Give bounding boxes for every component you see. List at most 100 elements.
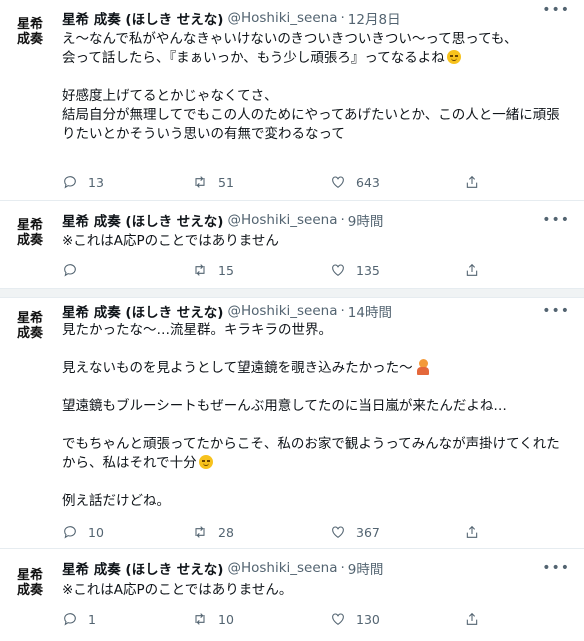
- avatar[interactable]: 星希 成奏: [8, 561, 52, 605]
- user-handle[interactable]: @Hoshiki_seena: [227, 560, 337, 576]
- retweet-icon: [195, 264, 205, 276]
- reply-icon: [64, 526, 76, 539]
- share-icon: [466, 525, 478, 538]
- like-button[interactable]: 643: [330, 174, 380, 190]
- reply-button[interactable]: 10: [62, 524, 104, 540]
- reply-count: 13: [88, 174, 104, 190]
- tweet-line: え〜なんで私がやんなきゃいけないのきついきついきつい〜って思っても、: [62, 31, 518, 47]
- tweet-header: 星希 成奏 (ほしき せえな) @Hoshiki_seena · 9時間: [62, 558, 584, 578]
- user-handle[interactable]: @Hoshiki_seena: [227, 212, 337, 228]
- tweet-actions: 1 10 130: [62, 611, 502, 631]
- tweet-2[interactable]: 星希 成奏 星希 成奏 (ほしき せえな) @Hoshiki_seena · 9…: [0, 201, 584, 291]
- more-horizontal-icon[interactable]: •••: [542, 2, 570, 18]
- tweet-line: でもちゃんと頑張ってたからこそ、私のお家で観ようってみんなが声掛けてくれたから、…: [62, 436, 560, 471]
- share-icon: [466, 612, 478, 625]
- like-count: 367: [356, 524, 380, 540]
- avatar[interactable]: 星希 成奏: [8, 10, 52, 54]
- tweet-header: 星希 成奏 (ほしき せえな) @Hoshiki_seena · 14時間: [62, 301, 584, 321]
- more-horizontal-icon[interactable]: •••: [542, 212, 570, 228]
- timestamp[interactable]: 14時間: [348, 301, 392, 321]
- tweet-line: [62, 378, 570, 397]
- retweet-count: 15: [218, 262, 234, 278]
- heart-icon: [332, 613, 344, 625]
- avatar-text-line1: 星希: [16, 568, 43, 583]
- tweet-line: 例え話だけどね。: [62, 493, 170, 509]
- tweet-line: ※これはA応Pのことではありません。: [62, 582, 293, 598]
- more-horizontal-icon[interactable]: •••: [542, 303, 570, 319]
- retweet-button[interactable]: 15: [192, 262, 234, 278]
- avatar[interactable]: 星希 成奏: [8, 211, 52, 255]
- like-count: 643: [356, 174, 380, 190]
- relieved-face-emoji: [446, 50, 461, 64]
- like-count: 135: [356, 262, 380, 278]
- share-icon: [466, 175, 478, 188]
- retweet-icon: [195, 526, 205, 538]
- more-horizontal-icon[interactable]: •••: [542, 560, 570, 576]
- tweet-line: 好感度上げてるとかじゃなくてさ、: [62, 88, 278, 104]
- retweet-button[interactable]: 10: [192, 611, 234, 627]
- share-button[interactable]: [464, 524, 480, 540]
- reply-icon: [64, 613, 76, 626]
- tweet-text: え〜なんで私がやんなきゃいけないのきついきついきつい〜って思っても、 会って話し…: [62, 30, 570, 144]
- retweet-count: 51: [218, 174, 234, 190]
- tweet-line: [62, 340, 570, 359]
- tweet-text: ※これはA応Pのことではありません: [62, 232, 570, 251]
- tweet-line: 見えないものを見ようとして望遠鏡を覗き込みたかった〜: [62, 359, 570, 378]
- tweet-line: [62, 473, 570, 492]
- tweet-line: ※これはA応Pのことではありません: [62, 233, 279, 249]
- person-gesturing-emoji: [416, 359, 430, 375]
- display-name[interactable]: 星希 成奏 (ほしき せえな): [62, 210, 223, 230]
- tweet-line: [62, 68, 570, 87]
- tweet-4[interactable]: 星希 成奏 星希 成奏 (ほしき せえな) @Hoshiki_seena · 9…: [0, 553, 584, 641]
- avatar-text-line1: 星希: [16, 17, 43, 32]
- tweet-line: 望遠鏡もブルーシートもぜーんぶ用意してたのに当日嵐が来たんだよね…: [62, 398, 507, 414]
- like-button[interactable]: 135: [330, 262, 380, 278]
- heart-icon: [332, 264, 344, 276]
- retweet-count: 10: [218, 611, 234, 627]
- tweet-actions: 13 51 643: [62, 174, 502, 194]
- avatar-text-line1: 星希: [16, 311, 43, 326]
- display-name[interactable]: 星希 成奏 (ほしき せえな): [62, 8, 223, 28]
- retweet-count: 28: [218, 524, 234, 540]
- tweet-text: 見たかったな〜…流星群。キラキラの世界。 見えないものを見ようとして望遠鏡を覗き…: [62, 321, 570, 511]
- tweet-actions: 10 28 367: [62, 524, 502, 544]
- tweet-line: 見たかったな〜…流星群。キラキラの世界。: [62, 322, 332, 338]
- separator-dot: ·: [340, 303, 345, 319]
- like-button[interactable]: 367: [330, 524, 380, 540]
- separator-dot: ·: [340, 10, 345, 26]
- retweet-icon: [195, 176, 205, 188]
- conversation-separator: [0, 288, 584, 298]
- avatar-text-line2: 成奏: [16, 233, 43, 248]
- share-button[interactable]: [464, 262, 480, 278]
- tweet-1[interactable]: 星希 成奏 星希 成奏 (ほしき せえな) @Hoshiki_seena · 1…: [0, 0, 584, 190]
- reply-count: 1: [88, 611, 96, 627]
- like-button[interactable]: 130: [330, 611, 380, 627]
- retweet-button[interactable]: 28: [192, 524, 234, 540]
- share-button[interactable]: [464, 611, 480, 627]
- timestamp[interactable]: 9時間: [348, 210, 384, 230]
- reply-button[interactable]: 13: [62, 174, 104, 190]
- user-handle[interactable]: @Hoshiki_seena: [227, 303, 337, 319]
- reply-button[interactable]: 1: [62, 611, 96, 627]
- avatar-text-line1: 星希: [16, 218, 43, 233]
- tweet-3[interactable]: 星希 成奏 星希 成奏 (ほしき せえな) @Hoshiki_seena · 1…: [0, 298, 584, 548]
- tweet-header: 星希 成奏 (ほしき せえな) @Hoshiki_seena · 12月8日: [62, 8, 584, 28]
- timestamp[interactable]: 12月8日: [348, 8, 401, 28]
- retweet-button[interactable]: 51: [192, 174, 234, 190]
- tweet-line: [62, 416, 570, 435]
- share-button[interactable]: [464, 174, 480, 190]
- tweet-line: 会って話したら、『まぁいっか、もう少し頑張ろ』ってなるよね: [62, 49, 570, 68]
- heart-icon: [332, 526, 344, 538]
- tweet-text: ※これはA応Pのことではありません。: [62, 581, 570, 600]
- timestamp[interactable]: 9時間: [348, 558, 384, 578]
- retweet-icon: [195, 613, 205, 625]
- avatar[interactable]: 星希 成奏: [8, 304, 52, 348]
- display-name[interactable]: 星希 成奏 (ほしき せえな): [62, 558, 223, 578]
- user-handle[interactable]: @Hoshiki_seena: [227, 10, 337, 26]
- relieved-face-emoji: [198, 455, 213, 469]
- reply-icon: [64, 264, 76, 277]
- like-count: 130: [356, 611, 380, 627]
- display-name[interactable]: 星希 成奏 (ほしき せえな): [62, 301, 223, 321]
- reply-button[interactable]: [62, 262, 88, 278]
- tweet-header: 星希 成奏 (ほしき せえな) @Hoshiki_seena · 9時間: [62, 210, 584, 230]
